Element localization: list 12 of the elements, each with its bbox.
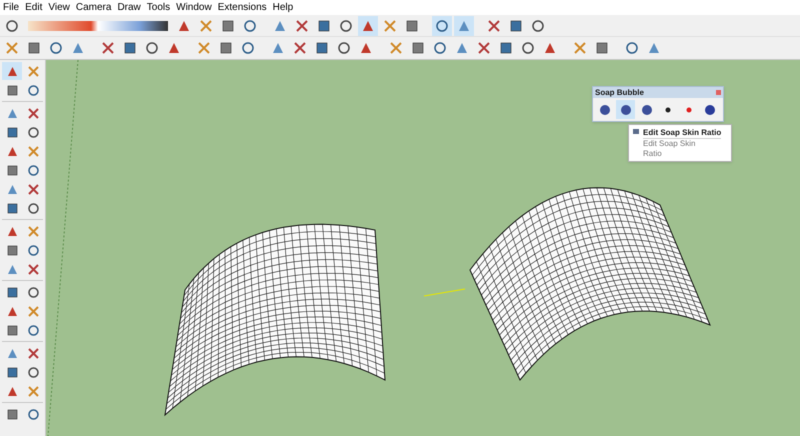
menu-item[interactable]: Tools	[146, 2, 170, 12]
menu-item[interactable]: Camera	[76, 2, 112, 12]
menu-item[interactable]: Help	[272, 2, 294, 12]
menu-item[interactable]: File	[3, 2, 20, 12]
menu-item[interactable]: Extensions	[218, 2, 267, 12]
tooltip-title: Edit Soap Skin Ratio	[643, 127, 722, 139]
menu-item[interactable]: Draw	[117, 2, 141, 12]
menu-item[interactable]: Window	[176, 2, 212, 12]
tooltip-description: Edit Soap Skin Ratio	[643, 139, 696, 159]
toolbar-title: Soap Bubble	[595, 88, 644, 96]
menu-item[interactable]: Edit	[25, 2, 42, 12]
menu-item[interactable]: View	[48, 2, 70, 12]
